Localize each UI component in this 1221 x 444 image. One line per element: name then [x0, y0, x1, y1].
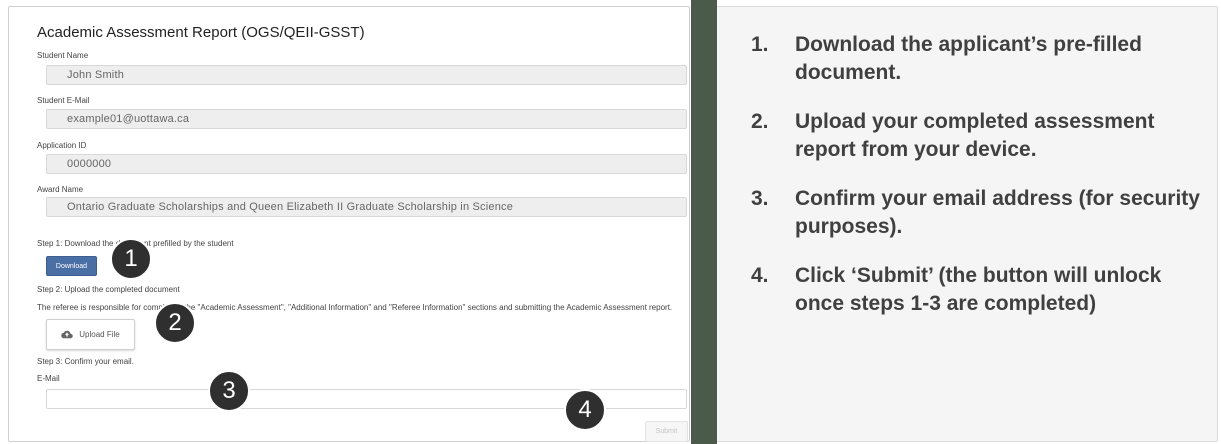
download-button[interactable]: Download — [46, 256, 97, 276]
instruction-number: 4. — [751, 264, 769, 287]
instruction-number: 2. — [751, 110, 769, 133]
instruction-number: 1. — [751, 33, 769, 56]
step-badge-2: 2 — [154, 302, 196, 344]
instruction-number: 3. — [751, 187, 769, 210]
instructions-list: 1. Download the applicant’s pre-filled d… — [751, 31, 1201, 339]
panel-divider — [691, 0, 717, 444]
application-id-field: 0000000 — [46, 154, 687, 174]
submit-button[interactable]: Submit — [645, 421, 688, 442]
step-badge-1: 1 — [110, 238, 152, 280]
application-id-label: Application ID — [37, 141, 87, 150]
instruction-text: Confirm your email address (for security… — [795, 187, 1200, 238]
instruction-item: 1. Download the applicant’s pre-filled d… — [751, 31, 1201, 87]
instruction-item: 2. Upload your completed assessment repo… — [751, 108, 1201, 164]
instruction-text: Click ‘Submit’ (the button will unlock o… — [795, 264, 1162, 315]
instructions-panel: 1. Download the applicant’s pre-filled d… — [717, 6, 1218, 442]
email-label: E-Mail — [37, 374, 60, 383]
cloud-upload-icon — [61, 330, 74, 339]
upload-file-button[interactable]: Upload File — [46, 319, 135, 350]
instruction-item: 3. Confirm your email address (for secur… — [751, 185, 1201, 241]
instruction-text: Download the applicant’s pre-filled docu… — [795, 33, 1142, 84]
step-badge-3: 3 — [208, 370, 250, 412]
step-badge-4: 4 — [564, 389, 606, 431]
referee-note: The referee is responsible for completin… — [37, 303, 673, 312]
student-email-field: example01@uottawa.ca — [46, 109, 687, 129]
upload-file-label: Upload File — [79, 330, 120, 339]
step2-text: Step 2: Upload the completed document — [37, 285, 180, 294]
assessment-form: Academic Assessment Report (OGS/QEII-GSS… — [8, 6, 690, 442]
instruction-text: Upload your completed assessment report … — [795, 110, 1155, 161]
step3-text: Step 3: Confirm your email. — [37, 357, 134, 366]
student-name-field: John Smith — [46, 65, 687, 85]
form-title: Academic Assessment Report (OGS/QEII-GSS… — [37, 24, 365, 41]
student-email-label: Student E-Mail — [37, 96, 90, 105]
student-name-label: Student Name — [37, 51, 89, 60]
instruction-item: 4. Click ‘Submit’ (the button will unloc… — [751, 262, 1201, 318]
award-name-field: Ontario Graduate Scholarships and Queen … — [46, 197, 687, 217]
award-name-label: Award Name — [37, 185, 84, 194]
